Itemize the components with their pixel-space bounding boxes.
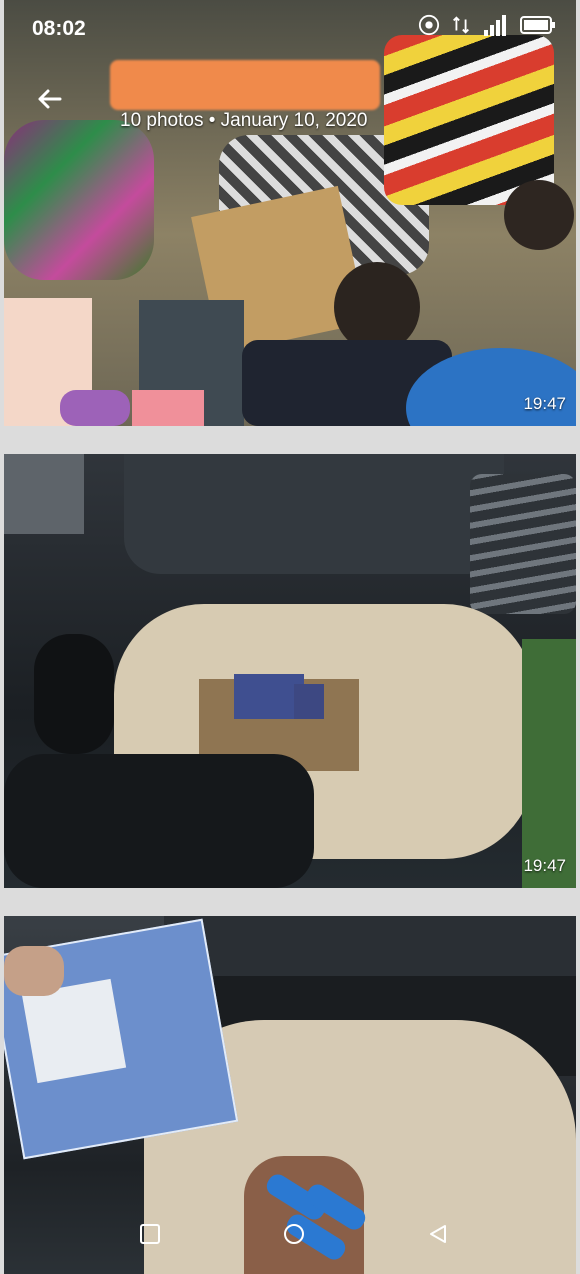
signal-icon: [484, 15, 506, 36]
status-bar: 08:02: [0, 0, 580, 56]
dashboard-panel: [4, 454, 84, 534]
photo-time: 19:47: [523, 856, 566, 875]
photo-time: 19:47: [523, 394, 566, 413]
gear-boot: [34, 634, 114, 754]
pink-bag: [132, 390, 204, 426]
hotspot-icon: [418, 14, 440, 36]
back-button[interactable]: [34, 84, 64, 114]
circle-nav-icon[interactable]: [282, 1222, 306, 1246]
navigation-bar: [0, 1194, 580, 1274]
triangle-nav-icon[interactable]: [426, 1222, 450, 1246]
data-arrows-icon: [453, 16, 469, 34]
head: [334, 262, 420, 352]
status-icons: [418, 14, 556, 36]
head: [504, 180, 574, 250]
air-vent: [470, 474, 576, 614]
album-name-redacted: [110, 60, 380, 110]
patterned-cloth: [4, 120, 154, 280]
photo-2[interactable]: 19:47: [4, 454, 576, 888]
car-seat: [4, 754, 314, 888]
blue-box: [294, 684, 324, 719]
album-subtitle: 10 photos • January 10, 2020: [120, 110, 368, 131]
hand: [4, 946, 64, 996]
square-nav-icon[interactable]: [138, 1222, 162, 1246]
striped-cloth: [384, 35, 554, 205]
battery-icon: [520, 16, 555, 34]
green-cloth: [522, 639, 576, 888]
purple-bag: [60, 390, 130, 426]
arrow-left-icon: [38, 89, 62, 109]
status-time: 08:02: [32, 17, 86, 40]
dashboard: [124, 454, 504, 574]
